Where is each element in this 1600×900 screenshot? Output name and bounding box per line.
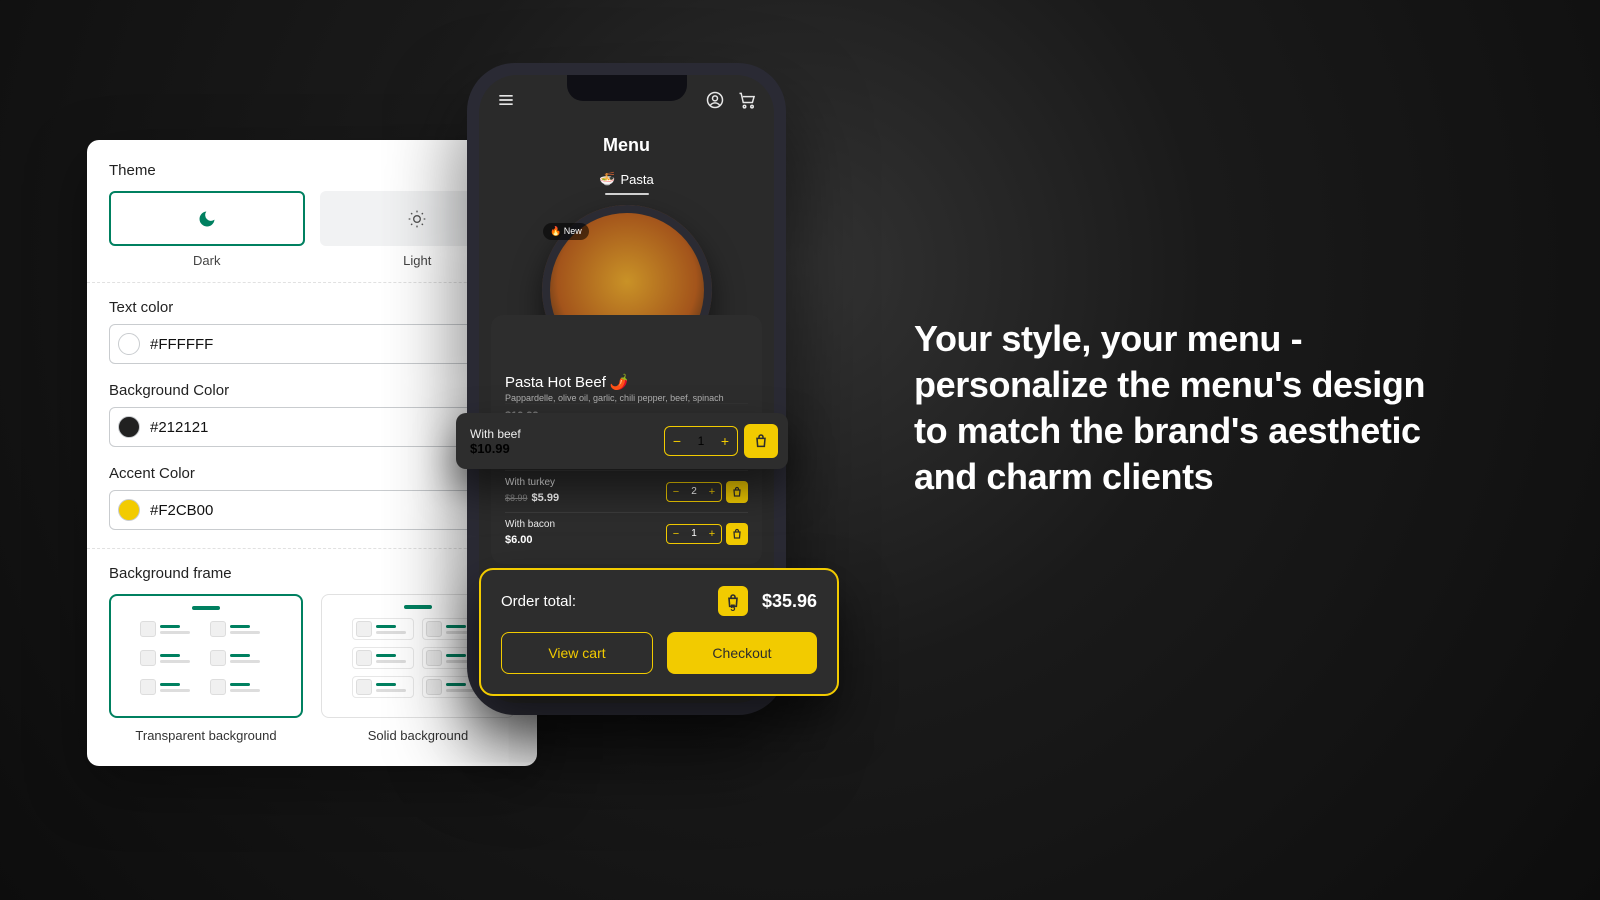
accent-color-input[interactable]: #F2CB00 (109, 490, 515, 530)
dish-description: Pappardelle, olive oil, garlic, chili pe… (505, 393, 748, 403)
variant-price: $6.00 (505, 534, 533, 546)
theme-section-title: Theme (109, 162, 515, 179)
quantity-stepper[interactable]: −2+ (666, 482, 722, 502)
minus-icon[interactable]: − (667, 525, 685, 543)
frame-section-title: Background frame (109, 565, 515, 582)
pasta-emoji-icon: 🍜 (599, 171, 615, 187)
phone-notch (567, 75, 687, 101)
quantity-value: 1 (689, 434, 713, 448)
add-to-cart-button[interactable] (726, 481, 748, 503)
hamburger-icon[interactable] (495, 89, 517, 111)
account-icon[interactable] (704, 89, 726, 111)
plus-icon[interactable]: + (703, 525, 721, 543)
category-indicator (479, 193, 774, 195)
variant-row: With turkey $8.99 $5.99 −2+ (505, 470, 748, 512)
order-total-bar: Order total: 5 $35.96 View cart Checkout (479, 568, 839, 696)
moon-icon (197, 209, 217, 229)
plus-icon[interactable]: + (713, 427, 737, 455)
marketing-headline: Your style, your menu - personalize the … (914, 316, 1434, 500)
color-swatch (118, 499, 140, 521)
variant-label: With beef (470, 427, 521, 441)
sun-icon (407, 209, 427, 229)
background-color-label: Background Color (109, 382, 515, 399)
background-color-value: #212121 (150, 419, 208, 436)
theme-option-label: Light (403, 253, 431, 268)
variant-price: $10.99 (470, 441, 521, 456)
quantity-value: 1 (685, 528, 703, 539)
variant-price: $5.99 (532, 492, 560, 504)
text-color-value: #FFFFFF (150, 336, 213, 353)
new-badge: 🔥 New (543, 223, 589, 240)
frame-preview-accent (404, 605, 432, 609)
frame-option-label: Solid background (368, 728, 468, 743)
theme-option-dark[interactable]: Dark (109, 191, 305, 268)
color-swatch (118, 416, 140, 438)
theme-option-label: Dark (193, 253, 220, 268)
variant-popout: With beef $10.99 − 1 + (456, 413, 788, 469)
cart-icon[interactable] (736, 89, 758, 111)
variant-label: With bacon (505, 519, 555, 530)
minus-icon[interactable]: − (667, 483, 685, 501)
accent-color-value: #F2CB00 (150, 502, 213, 519)
add-to-cart-button[interactable] (744, 424, 778, 458)
bag-icon[interactable]: 5 (718, 586, 748, 616)
order-total-value: $35.96 (762, 591, 817, 612)
quantity-stepper[interactable]: − 1 + (664, 426, 738, 456)
chili-icon: 🌶️ (610, 373, 629, 391)
variant-label: With turkey (505, 477, 559, 488)
frame-option-label: Transparent background (135, 728, 276, 743)
view-cart-button[interactable]: View cart (501, 632, 653, 674)
frame-preview-accent (192, 606, 220, 610)
plus-icon[interactable]: + (703, 483, 721, 501)
variant-row: With bacon $6.00 −1+ (505, 512, 748, 554)
add-to-cart-button[interactable] (726, 523, 748, 545)
dish-name: Pasta Hot Beef 🌶️ (505, 373, 748, 391)
text-color-input[interactable]: #FFFFFF (109, 324, 515, 364)
menu-category[interactable]: 🍜 Pasta (479, 171, 774, 187)
quantity-value: 2 (685, 486, 703, 497)
color-swatch (118, 333, 140, 355)
menu-title: Menu (479, 135, 774, 156)
checkout-button[interactable]: Checkout (667, 632, 817, 674)
background-color-input[interactable]: #212121 (109, 407, 515, 447)
order-total-label: Order total: (501, 593, 576, 610)
accent-color-label: Accent Color (109, 465, 515, 482)
bag-count: 5 (730, 603, 735, 613)
variant-old-price: $8.99 (505, 493, 528, 503)
text-color-label: Text color (109, 299, 515, 316)
frame-option-transparent[interactable]: Transparent background (109, 594, 303, 743)
quantity-stepper[interactable]: −1+ (666, 524, 722, 544)
minus-icon[interactable]: − (665, 427, 689, 455)
